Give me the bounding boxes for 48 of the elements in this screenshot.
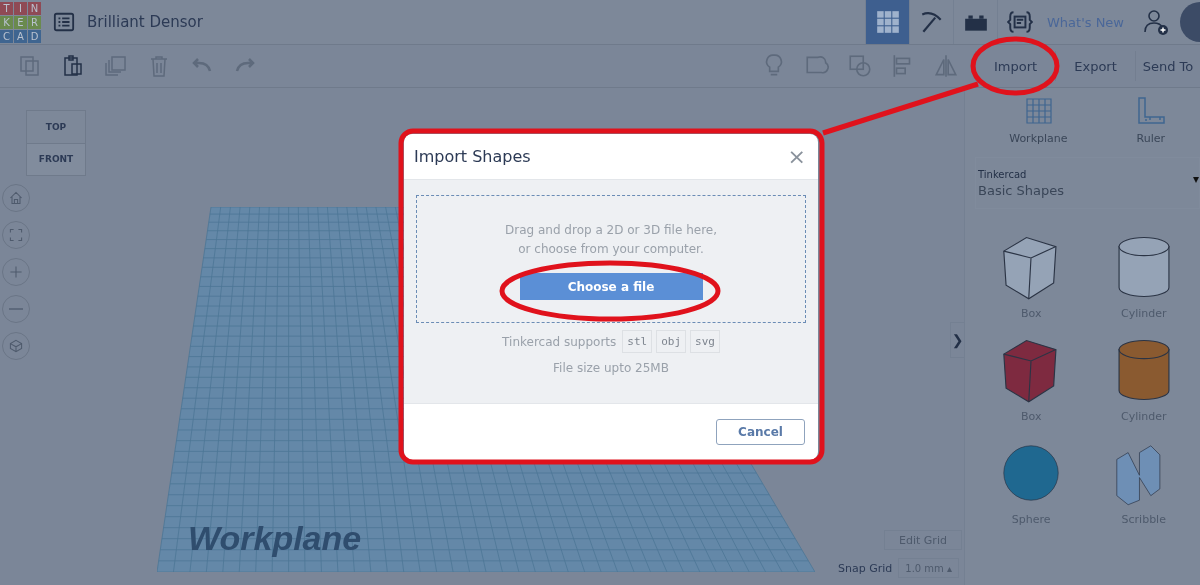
cube-top-face[interactable]: TOP [27,111,85,144]
perspective-icon [8,338,24,354]
duplicate-icon [103,54,128,78]
grid-view-tab[interactable] [865,0,909,44]
design-title[interactable]: Brilliant Densor [87,13,203,31]
logo-letter: N [28,1,41,15]
file-format-tag: obj [656,330,687,353]
supported-formats-label: Tinkercad supports [502,334,617,349]
logo-letter: I [14,1,27,15]
toolbar-action-button[interactable]: Export [1055,51,1135,81]
logo-letter: T [0,1,13,15]
hole-icon [846,53,873,79]
code-icon [1006,9,1033,35]
view-cube[interactable]: TOP FRONT [26,110,86,176]
snap-grid-label: Snap Grid [838,561,893,575]
logo-letter: E [14,15,27,29]
dialog-title: Import Shapes [414,147,532,166]
mirror-icon [932,53,959,79]
choose-file-button[interactable]: Choose a file [519,273,703,300]
grid-icon [874,9,901,35]
logo[interactable]: T I N K E R C A D [0,1,41,43]
cancel-button[interactable]: Cancel [716,419,805,445]
logo-letter: A [14,29,27,43]
logo-letter: R [28,15,41,29]
toolbar-action-button[interactable]: Send To [1135,51,1200,81]
toolbar-action-button[interactable]: Import [975,51,1055,81]
file-size-note: File size upto 25MB [553,361,669,375]
logo-letter: K [0,15,13,29]
drop-instructions: or choose from your computer. [518,241,704,258]
workplane-label: Workplane [188,519,362,558]
zoom-in-icon [8,264,24,280]
grid-icon [1023,96,1054,126]
close-button[interactable]: × [787,145,806,168]
file-drop-zone[interactable]: Drag and drop a 2D or 3D file here, or choose from your computer. Choose a file [416,195,806,323]
ruler-icon [1135,96,1166,126]
workplane-tool[interactable]: Workplane [1009,96,1068,145]
copy-icon [17,54,42,78]
list-icon[interactable] [53,11,75,33]
ruler-tool[interactable]: Ruler [1135,96,1166,145]
add-user-icon[interactable] [1142,8,1170,36]
file-format-tag: stl [622,330,653,353]
fit-icon [8,227,24,243]
cube-front-face[interactable]: FRONT [27,143,85,175]
logo-letter: C [0,29,13,43]
logo-letter: D [28,29,41,43]
drop-instructions: Drag and drop a 2D or 3D file here, [505,222,717,239]
file-format-tag: svg [690,330,720,353]
home-icon [8,190,24,206]
